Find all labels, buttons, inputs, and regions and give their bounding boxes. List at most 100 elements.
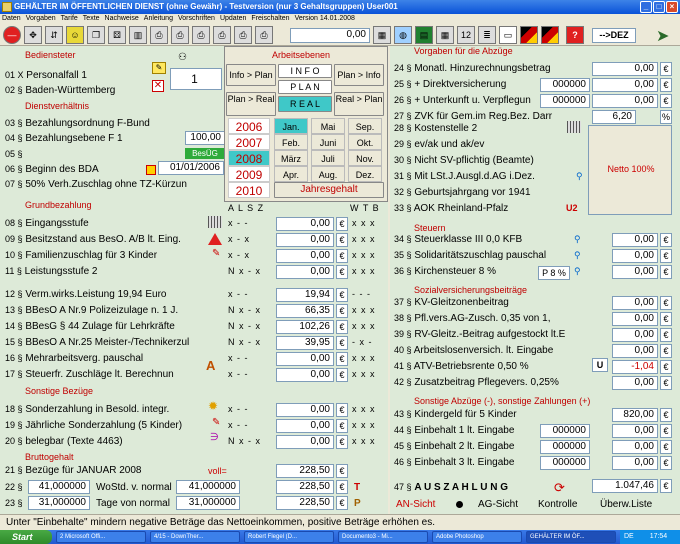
u2-icon[interactable]: U2 bbox=[566, 203, 578, 213]
wostd-b[interactable]: 41,000000 bbox=[176, 480, 240, 494]
value-field[interactable]: 0,00 bbox=[276, 265, 334, 279]
menu-item[interactable]: Nachweise bbox=[105, 15, 139, 22]
flag-de-icon[interactable] bbox=[520, 26, 538, 44]
wtb-flags[interactable]: x x x bbox=[352, 353, 376, 363]
alsz-flags[interactable]: N x - x bbox=[228, 321, 261, 331]
ag-sicht-tab[interactable]: AG-Sicht bbox=[478, 499, 518, 510]
search-icon[interactable]: ⚲ bbox=[574, 250, 581, 261]
alsz-flags[interactable]: N x - x bbox=[228, 436, 261, 446]
year-2010[interactable]: 2010 bbox=[228, 182, 270, 198]
delete-icon[interactable]: ✕ bbox=[152, 80, 164, 92]
tage-b[interactable]: 31,000000 bbox=[176, 496, 240, 510]
year-2006[interactable]: 2006 bbox=[228, 118, 270, 134]
flag-icon[interactable] bbox=[146, 165, 156, 175]
dez-field[interactable]: -->DEZ bbox=[592, 28, 636, 43]
plan-button[interactable]: P L A N bbox=[278, 80, 332, 94]
month-2[interactable]: Sep. bbox=[348, 118, 382, 134]
value-field[interactable]: 0,00 bbox=[276, 419, 334, 433]
info-plan-button[interactable]: Info > Plan bbox=[226, 64, 276, 86]
real-button[interactable]: R E A L bbox=[278, 96, 332, 112]
value-field[interactable]: -1,04 bbox=[612, 360, 658, 374]
menu-item[interactable]: Freischalten bbox=[251, 15, 289, 22]
menu-item[interactable]: Tarife bbox=[61, 15, 78, 22]
t-icon[interactable]: T bbox=[354, 482, 360, 493]
euro-icon[interactable]: ∋ bbox=[210, 432, 219, 443]
smiley-icon[interactable]: ☺ bbox=[66, 26, 84, 44]
arrow-right-icon[interactable]: ➤ bbox=[656, 26, 669, 46]
month-3[interactable]: Feb. bbox=[274, 134, 308, 150]
value-field[interactable]: 0,00 bbox=[612, 312, 658, 326]
year-2008[interactable]: 2008 bbox=[228, 150, 270, 166]
help-icon[interactable]: ? bbox=[566, 26, 584, 44]
value-field[interactable]: 0,00 bbox=[612, 424, 658, 438]
wtb-flags[interactable]: x x x bbox=[352, 234, 376, 244]
month-5[interactable]: Okt. bbox=[348, 134, 382, 150]
menu-item[interactable]: Updaten bbox=[220, 15, 246, 22]
value-21[interactable]: 228,50 bbox=[276, 464, 334, 478]
menu-item[interactable]: Vorschriften bbox=[178, 15, 215, 22]
bezahlungsebene-field[interactable]: 100,00 bbox=[185, 131, 225, 145]
menu-item[interactable]: Vorgaben bbox=[26, 15, 56, 22]
value-field[interactable]: 0,00 bbox=[612, 249, 658, 263]
maximize-button[interactable]: □ bbox=[653, 1, 665, 13]
value-22[interactable]: 228,50 bbox=[276, 480, 334, 494]
wtb-flags[interactable]: x x x bbox=[352, 250, 376, 260]
printer-icon[interactable]: ⎙ bbox=[150, 26, 168, 44]
wtb-flags[interactable]: x x x bbox=[352, 266, 376, 276]
alsz-flags[interactable]: N x - x bbox=[228, 337, 261, 347]
alsz-flags[interactable]: x - - bbox=[228, 369, 249, 379]
alsz-flags[interactable]: N x - x bbox=[228, 305, 261, 315]
value-field[interactable]: 0,00 bbox=[276, 233, 334, 247]
start-button[interactable]: Start bbox=[0, 530, 52, 544]
kirchensteuer-field[interactable]: P 8 % bbox=[538, 266, 570, 280]
printer3-icon[interactable]: ⎙ bbox=[192, 26, 210, 44]
value-field[interactable]: 0,00 bbox=[612, 456, 658, 470]
value-field[interactable]: 0,00 bbox=[592, 62, 658, 76]
language-indicator[interactable]: DE bbox=[624, 533, 634, 540]
month-7[interactable]: Juli bbox=[311, 150, 345, 166]
value-field[interactable]: 0,00 bbox=[276, 403, 334, 417]
month-1[interactable]: Mai bbox=[311, 118, 345, 134]
year-2009[interactable]: 2009 bbox=[228, 166, 270, 182]
refresh-icon[interactable]: ⟳ bbox=[554, 480, 565, 496]
wtb-flags[interactable]: x x x bbox=[352, 321, 376, 331]
alsz-flags[interactable]: x - x bbox=[228, 250, 250, 260]
pen-icon[interactable]: ✎ bbox=[212, 248, 220, 259]
value-field[interactable]: 0,00 bbox=[612, 296, 658, 310]
document-icon[interactable]: ▭ bbox=[499, 26, 517, 44]
alsz-flags[interactable]: x - - bbox=[228, 353, 249, 363]
wostd-a[interactable]: 41,000000 bbox=[28, 480, 90, 494]
month-11[interactable]: Dez. bbox=[348, 166, 382, 182]
alsz-flags[interactable]: x - - bbox=[228, 404, 249, 414]
wtb-flags[interactable]: x x x bbox=[352, 218, 376, 228]
taskbar-item[interactable]: Documento3 - Mi... bbox=[338, 531, 428, 543]
value-field[interactable]: 0,00 bbox=[612, 233, 658, 247]
prefix-field[interactable]: 000000 bbox=[540, 78, 590, 92]
month-8[interactable]: Nov. bbox=[348, 150, 382, 166]
grid-icon[interactable] bbox=[208, 216, 222, 228]
pen2-icon[interactable]: ✎ bbox=[212, 417, 220, 428]
value-field[interactable]: 102,26 bbox=[276, 320, 334, 334]
globe-icon[interactable]: ◍ bbox=[394, 26, 412, 44]
flag-de2-icon[interactable] bbox=[541, 26, 559, 44]
value-field[interactable]: 0,00 bbox=[276, 249, 334, 263]
real-plan-button[interactable]: Real > Plan bbox=[334, 92, 384, 116]
table-grid-icon[interactable] bbox=[567, 121, 581, 133]
grid-icon[interactable]: ▦ bbox=[436, 26, 454, 44]
calendar-icon[interactable]: 12 bbox=[457, 26, 475, 44]
month-10[interactable]: Aug. bbox=[311, 166, 345, 182]
wtb-flags[interactable]: x x x bbox=[352, 305, 376, 315]
alsz-flags[interactable]: x - - bbox=[228, 218, 249, 228]
prefix-field[interactable]: 000000 bbox=[540, 440, 590, 454]
value-field[interactable]: 19,94 bbox=[276, 288, 334, 302]
taskbar-item[interactable]: 4/15 - DownTher... bbox=[150, 531, 240, 543]
prefix-field[interactable]: 000000 bbox=[540, 456, 590, 470]
close-button[interactable]: × bbox=[666, 1, 678, 13]
move-icon[interactable]: ✥ bbox=[24, 26, 42, 44]
wtb-flags[interactable]: x x x bbox=[352, 420, 376, 430]
printer6-icon[interactable]: ⎙ bbox=[255, 26, 273, 44]
value-field[interactable]: 0,00 bbox=[592, 78, 658, 92]
menu-item[interactable]: Daten bbox=[2, 15, 21, 22]
calculator-icon[interactable]: ▦ bbox=[373, 26, 391, 44]
info-button[interactable]: I N F O bbox=[278, 64, 332, 78]
